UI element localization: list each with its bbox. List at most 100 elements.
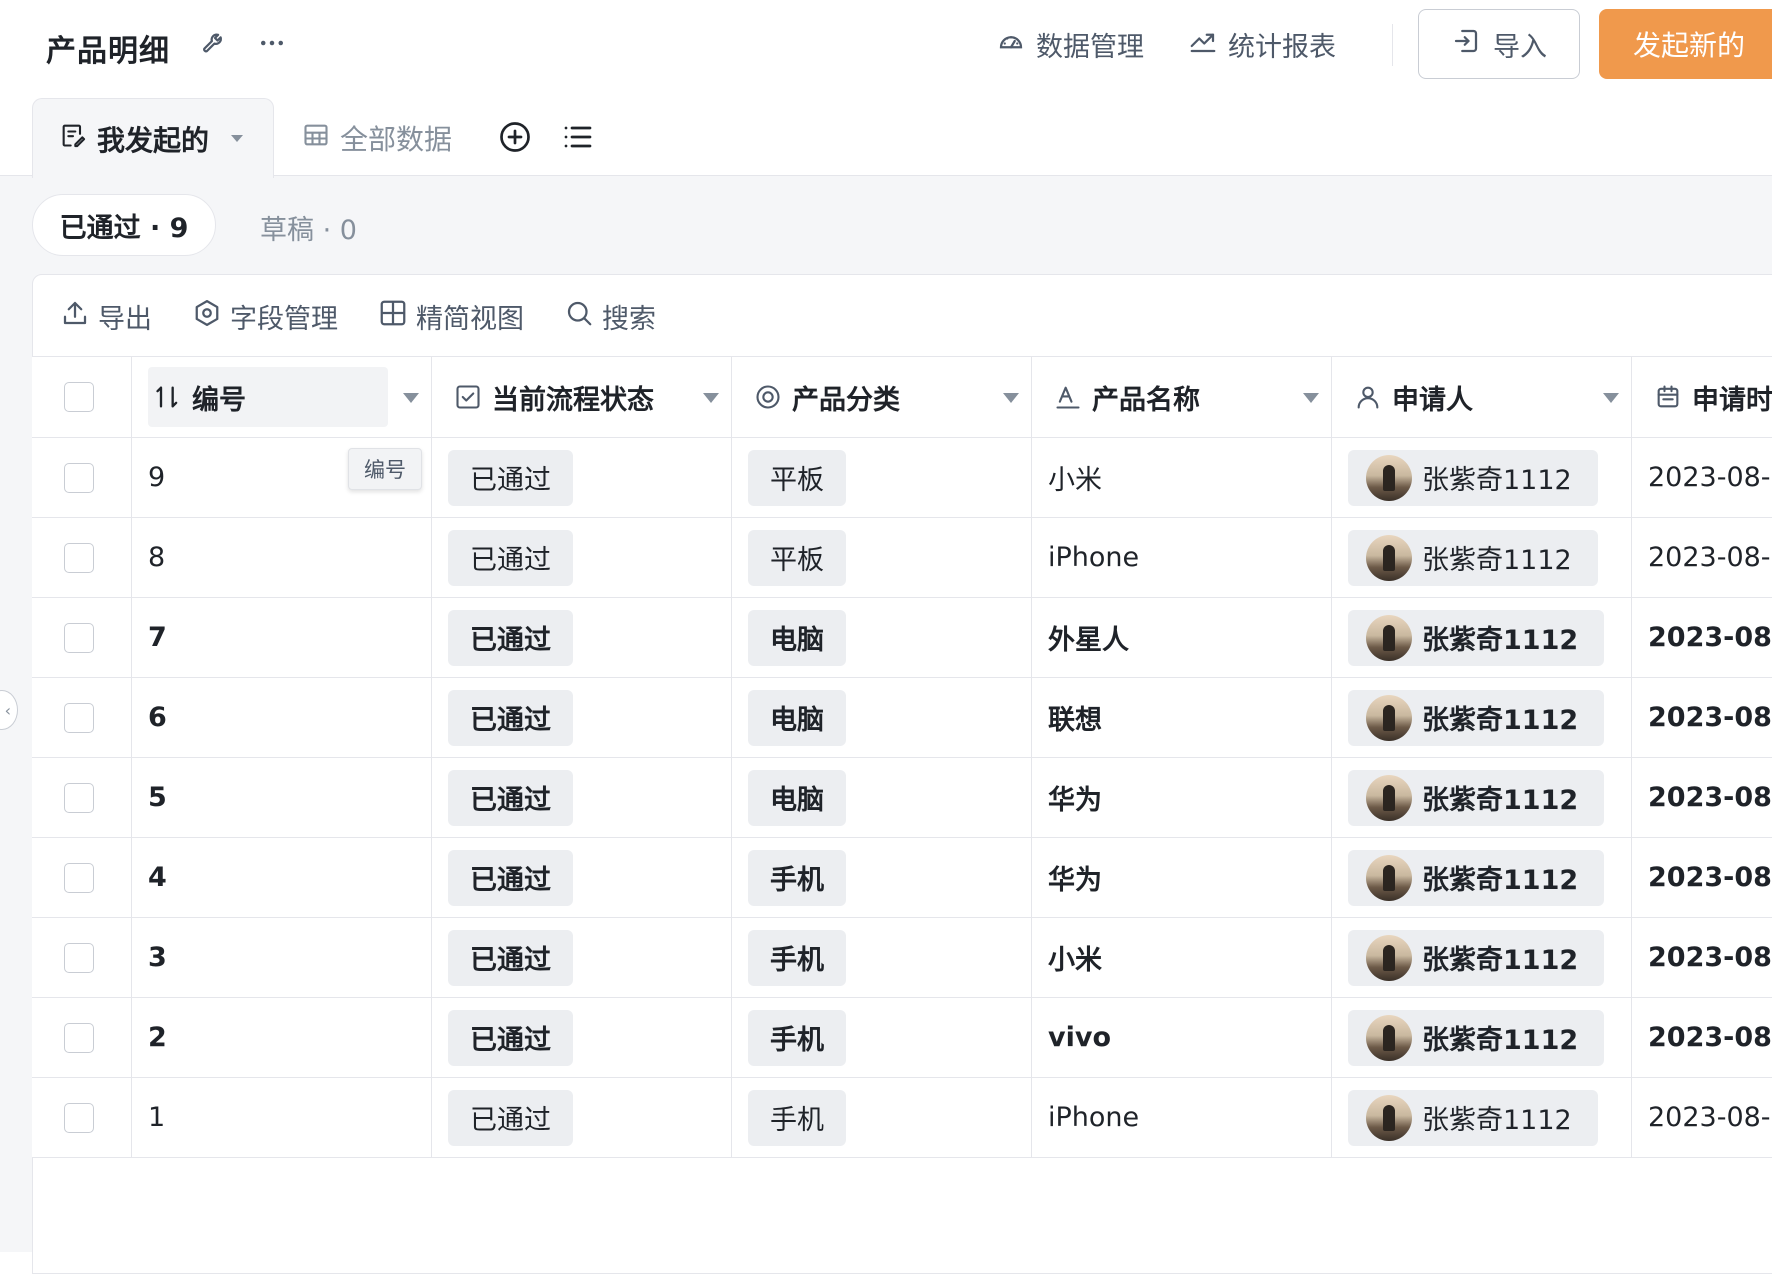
applicant-chip[interactable]: 张紫奇1112	[1348, 1009, 1605, 1066]
row-checkbox[interactable]	[64, 862, 94, 893]
row-checkbox[interactable]	[64, 622, 94, 653]
table-row[interactable]: 4 已通过 手机 华为 张紫奇1112 2023-08	[32, 838, 1772, 918]
filter-approved[interactable]: 已通过 · 9	[32, 194, 216, 256]
row-select-cell	[32, 438, 132, 517]
table-row[interactable]: 1 已通过 手机 iPhone 张紫奇1112 2023-08-	[32, 1078, 1772, 1158]
applicant-chip[interactable]: 张紫奇1112	[1348, 609, 1605, 666]
sort-icon	[154, 383, 182, 411]
column-menu-caret[interactable]	[1003, 393, 1019, 403]
text-field-icon	[1054, 383, 1082, 411]
view-list-icon[interactable]	[558, 117, 598, 157]
row-select-cell	[32, 758, 132, 837]
column-menu-caret[interactable]	[1303, 393, 1319, 403]
export-button[interactable]: 导出	[60, 297, 152, 336]
header-divider	[1392, 24, 1393, 66]
avatar	[1366, 854, 1412, 901]
applicant-cell: 张紫奇1112	[1332, 918, 1632, 997]
applicant-cell: 张紫奇1112	[1332, 758, 1632, 837]
date-cell: 2023-08-	[1648, 1102, 1771, 1133]
column-tooltip: 编号	[348, 448, 422, 490]
status-cell: 已通过	[432, 758, 732, 837]
table-row[interactable]: 5 已通过 电脑 华为 张紫奇1112 2023-08	[32, 758, 1772, 838]
category-cell: 平板	[732, 438, 1032, 517]
search-button[interactable]: 搜索	[564, 297, 656, 336]
table-row[interactable]: 6 已通过 电脑 联想 张紫奇1112 2023-08	[32, 678, 1772, 758]
field-management-button[interactable]: 字段管理	[192, 297, 338, 336]
filter-draft[interactable]: 草稿 · 0	[260, 208, 357, 247]
status-cell: 已通过	[432, 918, 732, 997]
column-menu-caret[interactable]	[703, 393, 719, 403]
table-row[interactable]: 2 已通过 手机 vivo 张紫奇1112 2023-08	[32, 998, 1772, 1078]
applicant-chip[interactable]: 张紫奇1112	[1348, 929, 1605, 986]
select-all-checkbox[interactable]	[64, 382, 94, 412]
applicant-chip[interactable]: 张紫奇1112	[1348, 769, 1605, 826]
category-cell: 电脑	[732, 678, 1032, 757]
column-header-name[interactable]: 产品名称	[1032, 357, 1332, 437]
date-cell: 2023-08	[1648, 622, 1772, 653]
user-icon	[1354, 383, 1382, 411]
import-button[interactable]: 导入	[1418, 9, 1580, 79]
applicant-chip[interactable]: 张紫奇1112	[1348, 849, 1605, 906]
status-tag: 已通过	[448, 1009, 573, 1066]
column-menu-caret[interactable]	[1603, 393, 1619, 403]
row-checkbox[interactable]	[64, 1022, 94, 1053]
category-tag: 手机	[748, 1009, 846, 1066]
column-highlight	[148, 367, 388, 427]
avatar	[1366, 614, 1412, 661]
compact-view-button[interactable]: 精简视图	[378, 297, 524, 336]
data-management-link[interactable]: 数据管理	[996, 24, 1144, 64]
table-row[interactable]: 9 已通过 平板 小米 张紫奇1112 2023-08-	[32, 438, 1772, 518]
column-header-status[interactable]: 当前流程状态	[432, 357, 732, 437]
applicant-chip[interactable]: 张紫奇1112	[1348, 1089, 1598, 1146]
add-view-icon[interactable]	[495, 117, 535, 157]
category-cell: 电脑	[732, 598, 1032, 677]
row-checkbox[interactable]	[64, 1102, 94, 1133]
date-cell: 2023-08	[1648, 862, 1772, 893]
date-cell: 2023-08-	[1648, 462, 1771, 493]
row-checkbox[interactable]	[64, 942, 94, 973]
tab-all-data[interactable]: 全部数据	[302, 116, 452, 160]
avatar	[1366, 694, 1412, 741]
id-cell: 5	[132, 758, 432, 837]
checkbox-icon	[454, 383, 482, 411]
category-cell: 手机	[732, 838, 1032, 917]
table-row[interactable]: 7 已通过 电脑 外星人 张紫奇1112 2023-08	[32, 598, 1772, 678]
row-checkbox[interactable]	[64, 542, 94, 573]
category-cell: 平板	[732, 518, 1032, 597]
column-menu-caret[interactable]	[403, 393, 419, 403]
table-row[interactable]: 3 已通过 手机 小米 张紫奇1112 2023-08	[32, 918, 1772, 998]
applicant-chip[interactable]: 张紫奇1112	[1348, 529, 1598, 586]
column-header-category[interactable]: 产品分类	[732, 357, 1032, 437]
row-select-cell	[32, 838, 132, 917]
page-title: 产品明细	[46, 34, 170, 69]
wrench-icon[interactable]	[198, 26, 232, 60]
chevron-down-icon	[231, 135, 244, 142]
status-cell: 已通过	[432, 518, 732, 597]
table-row[interactable]: 8 已通过 平板 iPhone 张紫奇1112 2023-08-	[32, 518, 1772, 598]
row-select-cell	[32, 998, 132, 1077]
column-header-date[interactable]: 申请时间	[1632, 357, 1772, 437]
status-cell: 已通过	[432, 998, 732, 1077]
column-header-id[interactable]: 编号	[132, 357, 432, 437]
applicant-chip[interactable]: 张紫奇1112	[1348, 449, 1598, 506]
name-cell: 外星人	[1032, 598, 1332, 677]
category-tag: 平板	[748, 529, 846, 586]
more-icon[interactable]	[255, 26, 289, 60]
status-cell: 已通过	[432, 838, 732, 917]
search-icon	[564, 298, 594, 335]
category-cell: 电脑	[732, 758, 1032, 837]
header-select-all	[32, 357, 132, 437]
applicant-chip[interactable]: 张紫奇1112	[1348, 689, 1605, 746]
row-checkbox[interactable]	[64, 702, 94, 733]
row-checkbox[interactable]	[64, 782, 94, 813]
status-tag: 已通过	[448, 529, 573, 586]
tab-my-submissions[interactable]: 我发起的	[32, 98, 274, 178]
avatar	[1366, 1094, 1412, 1141]
row-checkbox[interactable]	[64, 462, 94, 493]
reports-link[interactable]: 统计报表	[1188, 24, 1336, 64]
row-select-cell	[32, 518, 132, 597]
import-icon	[1451, 26, 1481, 63]
start-new-button[interactable]: 发起新的	[1599, 9, 1772, 79]
column-header-applicant[interactable]: 申请人	[1332, 357, 1632, 437]
table-toolbar: 导出 字段管理 精简视图 搜索	[60, 294, 656, 338]
